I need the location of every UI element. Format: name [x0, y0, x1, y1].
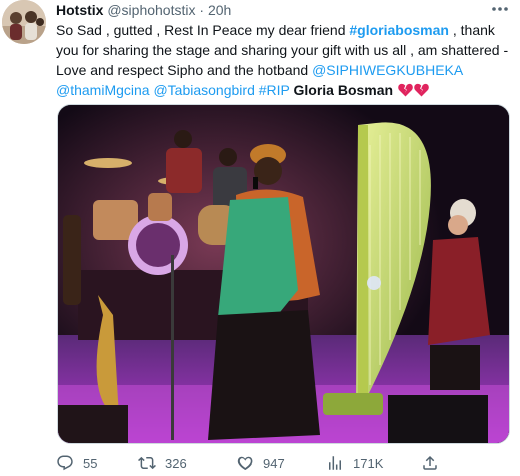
- reply-count: 55: [83, 455, 98, 471]
- tweet-header: Hotstix @siphohotstix · 20h: [56, 1, 231, 19]
- views-icon: [329, 456, 341, 470]
- hashtag-link[interactable]: #RIP: [259, 82, 290, 98]
- heart-icon: [237, 456, 253, 471]
- avatar[interactable]: [2, 0, 46, 44]
- retweet-count: 326: [165, 455, 187, 471]
- display-name[interactable]: Hotstix: [56, 2, 103, 18]
- broken-heart-icon: [398, 83, 413, 97]
- reply-icon: [57, 455, 73, 471]
- more-button[interactable]: [489, 0, 511, 18]
- user-handle[interactable]: @siphohotstix: [107, 2, 195, 18]
- tweet-actions: 55 326 947 171K: [56, 452, 496, 474]
- retweet-icon: [138, 456, 156, 470]
- like-count: 947: [263, 455, 285, 471]
- tweet: Hotstix @siphohotstix · 20h So Sad , gut…: [0, 0, 520, 476]
- share-button[interactable]: [421, 452, 448, 474]
- text-part: So Sad , gutted , Rest In Peace my dear …: [56, 22, 350, 38]
- mention-link[interactable]: @SIPHIWEGKUBHEKA: [312, 62, 462, 78]
- mention-link[interactable]: @thamiMgcina: [56, 82, 150, 98]
- tweet-text: So Sad , gutted , Rest In Peace my dear …: [56, 20, 516, 100]
- share-icon: [423, 455, 437, 470]
- like-button[interactable]: 947: [236, 452, 285, 474]
- tweet-photo[interactable]: [57, 104, 510, 444]
- separator-dot: ·: [199, 2, 205, 18]
- timestamp[interactable]: 20h: [208, 2, 231, 18]
- broken-heart-icon: [414, 83, 429, 97]
- more-icon: [492, 7, 508, 11]
- reply-button[interactable]: 55: [56, 452, 97, 474]
- retweet-button[interactable]: 326: [138, 452, 187, 474]
- views-button[interactable]: 171K: [326, 452, 383, 474]
- hashtag-link[interactable]: #gloriabosman: [349, 22, 449, 38]
- views-count: 171K: [353, 455, 384, 471]
- mention-link[interactable]: @Tabiasongbird: [153, 82, 254, 98]
- text-part: Gloria Bosman: [293, 82, 394, 98]
